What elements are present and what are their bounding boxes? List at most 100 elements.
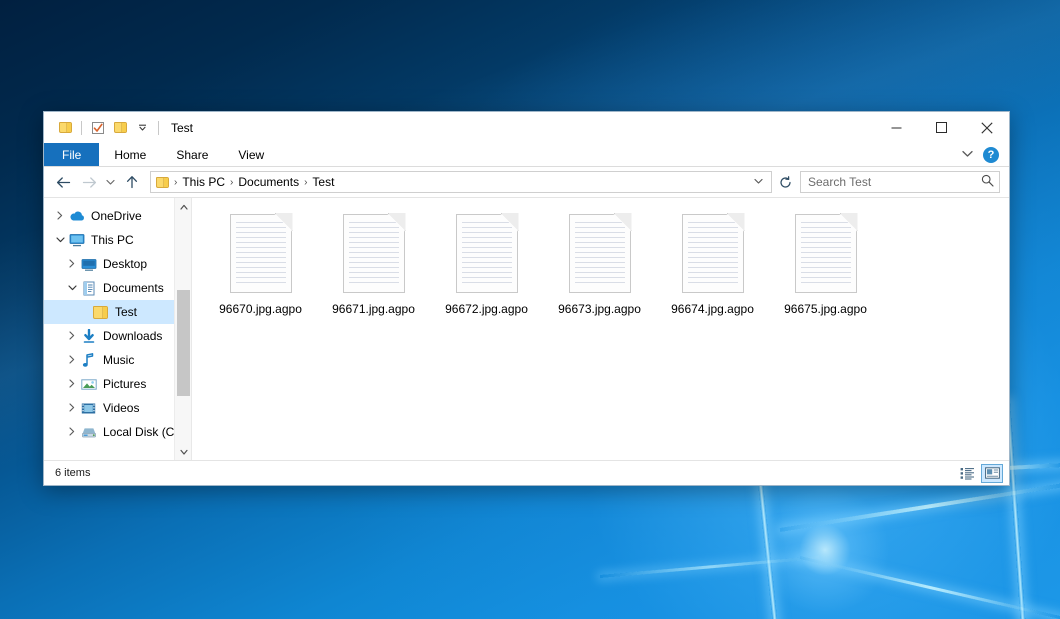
file-name: 96674.jpg.agpo bbox=[671, 302, 754, 317]
explorer-body: OneDrive This PC bbox=[44, 198, 1009, 460]
navigation-tree: OneDrive This PC bbox=[44, 198, 191, 444]
ribbon-right-controls: ? bbox=[962, 143, 1009, 166]
file-item[interactable]: 96672.jpg.agpo bbox=[430, 210, 543, 323]
file-item[interactable]: 96671.jpg.agpo bbox=[317, 210, 430, 323]
sidebar-item-videos[interactable]: Videos bbox=[44, 396, 191, 420]
title-bar: Test bbox=[44, 112, 1009, 143]
sidebar-item-label: This PC bbox=[91, 233, 134, 247]
file-list-view[interactable]: 96670.jpg.agpo 96671.jpg.agpo bbox=[192, 198, 1009, 460]
qat-separator bbox=[81, 121, 82, 135]
breadcrumb-this-pc[interactable]: This PC bbox=[179, 175, 228, 189]
large-icons-view-button[interactable] bbox=[981, 464, 1003, 483]
breadcrumb-documents[interactable]: Documents bbox=[235, 175, 302, 189]
ribbon-tab-strip: File Home Share View ? bbox=[44, 143, 1009, 167]
generic-document-icon bbox=[230, 214, 292, 293]
folder-icon bbox=[92, 304, 109, 320]
file-name: 96675.jpg.agpo bbox=[784, 302, 867, 317]
sidebar-item-local-disk-c[interactable]: Local Disk (C:) bbox=[44, 420, 191, 444]
window-title: Test bbox=[171, 121, 193, 135]
chevron-down-icon[interactable] bbox=[52, 235, 68, 245]
sidebar-item-label: OneDrive bbox=[91, 209, 142, 223]
this-pc-monitor-icon bbox=[68, 232, 85, 248]
folder-icon[interactable] bbox=[54, 117, 76, 139]
chevron-right-icon[interactable] bbox=[64, 331, 80, 342]
file-item[interactable]: 96670.jpg.agpo bbox=[204, 210, 317, 323]
minimize-button[interactable] bbox=[874, 112, 919, 143]
breadcrumb-separator-3: › bbox=[302, 177, 309, 188]
back-button[interactable] bbox=[50, 170, 76, 194]
sidebar-item-pictures[interactable]: Pictures bbox=[44, 372, 191, 396]
scroll-down-arrow-icon[interactable] bbox=[175, 443, 192, 460]
generic-document-icon bbox=[456, 214, 518, 293]
chevron-down-icon[interactable] bbox=[64, 283, 80, 293]
sidebar-item-desktop[interactable]: Desktop bbox=[44, 252, 191, 276]
folder-icon bbox=[156, 177, 169, 188]
sidebar-item-label: Downloads bbox=[103, 329, 162, 343]
chevron-right-icon[interactable] bbox=[64, 259, 80, 270]
sidebar-item-downloads[interactable]: Downloads bbox=[44, 324, 191, 348]
file-explorer-window: Test bbox=[43, 111, 1010, 486]
sidebar-item-label: Pictures bbox=[103, 377, 146, 391]
sidebar-item-label: Music bbox=[103, 353, 134, 367]
help-icon[interactable]: ? bbox=[983, 147, 999, 163]
file-name: 96670.jpg.agpo bbox=[219, 302, 302, 317]
up-button[interactable] bbox=[119, 170, 145, 194]
tab-share[interactable]: Share bbox=[161, 143, 223, 166]
chevron-down-icon[interactable] bbox=[131, 117, 153, 139]
chevron-down-icon[interactable] bbox=[962, 149, 973, 161]
scroll-up-arrow-icon[interactable] bbox=[175, 198, 192, 215]
scrollbar-thumb[interactable] bbox=[177, 290, 190, 396]
new-folder-icon[interactable] bbox=[109, 117, 131, 139]
sidebar-item-label: Local Disk (C:) bbox=[103, 425, 182, 439]
file-name: 96672.jpg.agpo bbox=[445, 302, 528, 317]
chevron-right-icon[interactable] bbox=[52, 211, 68, 222]
tab-view[interactable]: View bbox=[223, 143, 279, 166]
sidebar-item-onedrive[interactable]: OneDrive bbox=[44, 204, 191, 228]
quick-access-toolbar: Test bbox=[44, 117, 193, 139]
tab-file[interactable]: File bbox=[44, 143, 99, 166]
hard-drive-icon bbox=[80, 424, 97, 440]
details-view-button[interactable] bbox=[956, 464, 978, 483]
item-count-label: 6 items bbox=[55, 467, 90, 479]
address-bar: › This PC › Documents › Test bbox=[44, 167, 1009, 198]
maximize-button[interactable] bbox=[919, 112, 964, 143]
videos-film-icon bbox=[80, 400, 97, 416]
forward-button[interactable] bbox=[76, 170, 102, 194]
onedrive-cloud-icon bbox=[68, 208, 85, 224]
breadcrumb-separator-2: › bbox=[228, 177, 235, 188]
sidebar-item-this-pc[interactable]: This PC bbox=[44, 228, 191, 252]
sidebar-item-test[interactable]: Test bbox=[44, 300, 191, 324]
pictures-image-icon bbox=[80, 376, 97, 392]
refresh-icon[interactable] bbox=[774, 171, 796, 193]
file-item[interactable]: 96673.jpg.agpo bbox=[543, 210, 656, 323]
sidebar-item-label: Documents bbox=[103, 281, 164, 295]
recent-locations-chevron-icon[interactable] bbox=[102, 170, 119, 194]
address-dropdown-chevron-icon[interactable] bbox=[749, 177, 768, 188]
properties-icon[interactable] bbox=[87, 117, 109, 139]
search-input[interactable] bbox=[808, 175, 981, 189]
file-grid: 96670.jpg.agpo 96671.jpg.agpo bbox=[192, 198, 1009, 323]
generic-document-icon bbox=[569, 214, 631, 293]
chevron-right-icon[interactable] bbox=[64, 427, 80, 438]
documents-page-icon bbox=[80, 280, 97, 296]
file-item[interactable]: 96674.jpg.agpo bbox=[656, 210, 769, 323]
tab-home[interactable]: Home bbox=[99, 143, 161, 166]
navigation-pane-scrollbar[interactable] bbox=[174, 198, 191, 460]
search-box[interactable] bbox=[800, 171, 1000, 193]
close-button[interactable] bbox=[964, 112, 1009, 143]
sidebar-item-music[interactable]: Music bbox=[44, 348, 191, 372]
file-item[interactable]: 96675.jpg.agpo bbox=[769, 210, 882, 323]
breadcrumb[interactable]: › This PC › Documents › Test bbox=[150, 171, 772, 193]
downloads-arrow-icon bbox=[80, 328, 97, 344]
breadcrumb-test[interactable]: Test bbox=[309, 175, 337, 189]
sidebar-item-documents[interactable]: Documents bbox=[44, 276, 191, 300]
file-name: 96671.jpg.agpo bbox=[332, 302, 415, 317]
chevron-right-icon[interactable] bbox=[64, 379, 80, 390]
generic-document-icon bbox=[682, 214, 744, 293]
search-icon[interactable] bbox=[981, 174, 994, 190]
sidebar-item-label: Videos bbox=[103, 401, 139, 415]
caption-buttons bbox=[874, 112, 1009, 143]
chevron-right-icon[interactable] bbox=[64, 355, 80, 366]
sidebar-item-label: Desktop bbox=[103, 257, 147, 271]
chevron-right-icon[interactable] bbox=[64, 403, 80, 414]
